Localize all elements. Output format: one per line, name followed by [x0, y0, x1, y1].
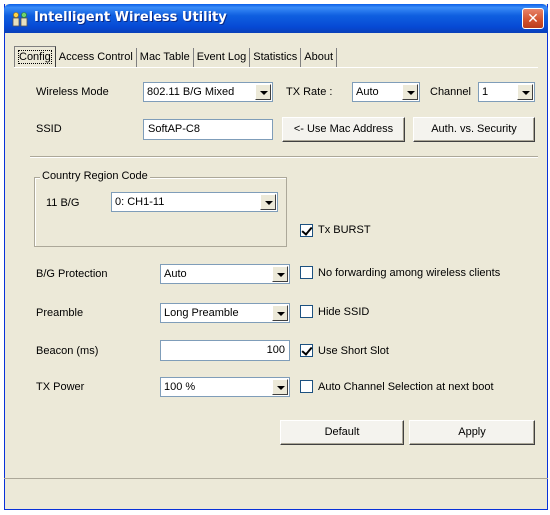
beacon-label: Beacon (ms): [36, 345, 99, 357]
chevron-down-icon[interactable]: [255, 84, 271, 100]
auto-channel-checkbox[interactable]: [300, 380, 313, 393]
chevron-down-icon[interactable]: [272, 266, 288, 282]
tab-event-log[interactable]: Event Log: [194, 48, 251, 68]
use-mac-address-button[interactable]: <- Use Mac Address: [282, 117, 405, 142]
wireless-mode-select[interactable]: 802.11 B/G Mixed: [143, 82, 273, 102]
wireless-mode-value: 802.11 B/G Mixed: [147, 86, 235, 98]
close-button[interactable]: ✕: [522, 8, 544, 29]
tx-power-label: TX Power: [36, 381, 85, 393]
tab-access-control[interactable]: Access Control: [56, 48, 137, 68]
chevron-down-icon[interactable]: [272, 379, 288, 395]
chevron-down-icon[interactable]: [272, 305, 288, 321]
tx-power-select[interactable]: 100 %: [160, 377, 290, 397]
ssid-label: SSID: [36, 123, 62, 135]
default-button[interactable]: Default: [280, 420, 404, 445]
ssid-input[interactable]: SoftAP-C8: [143, 119, 273, 140]
chevron-down-icon[interactable]: [517, 84, 533, 100]
apply-button[interactable]: Apply: [409, 420, 535, 445]
wireless-mode-label: Wireless Mode: [36, 86, 109, 98]
window-title: Intelligent Wireless Utility: [34, 10, 227, 25]
tab-config[interactable]: Config: [14, 46, 56, 68]
title-bar[interactable]: Intelligent Wireless Utility ✕: [4, 4, 548, 33]
tx-burst-checkbox[interactable]: [300, 224, 313, 237]
beacon-input[interactable]: 100: [160, 340, 290, 361]
preamble-label: Preamble: [36, 307, 84, 319]
country-region-select[interactable]: 0: CH1-11: [111, 192, 278, 212]
tx-rate-select[interactable]: Auto: [352, 82, 420, 102]
tab-about[interactable]: About: [301, 48, 338, 68]
tx-rate-label: TX Rate :: [286, 86, 333, 98]
preamble-value: Long Preamble: [164, 307, 239, 319]
separator: [30, 156, 538, 158]
tab-mac-table[interactable]: Mac Table: [137, 48, 194, 68]
tx-burst-label: Tx BURST: [318, 224, 371, 236]
tab-strip: Config Access Control Mac Table Event Lo…: [14, 46, 338, 68]
country-region-value: 0: CH1-11: [115, 196, 165, 208]
chevron-down-icon[interactable]: [260, 194, 276, 210]
no-forwarding-label: No forwarding among wireless clients: [318, 267, 501, 279]
no-forwarding-checkbox[interactable]: [300, 266, 313, 279]
bg-protection-select[interactable]: Auto: [160, 264, 290, 284]
country-region-title: Country Region Code: [40, 170, 150, 182]
hide-ssid-checkbox[interactable]: [300, 305, 313, 318]
chevron-down-icon[interactable]: [402, 84, 418, 100]
bg-protection-label: B/G Protection: [36, 268, 108, 280]
bg-protection-value: Auto: [164, 268, 187, 280]
use-short-slot-label: Use Short Slot: [318, 345, 389, 357]
wireless-app-icon: [12, 12, 28, 27]
use-short-slot-checkbox[interactable]: [300, 344, 313, 357]
tab-config-label: Config: [18, 50, 52, 64]
auto-channel-label: Auto Channel Selection at next boot: [318, 381, 494, 393]
auth-security-button[interactable]: Auth. vs. Security: [413, 117, 535, 142]
country-region-group: [34, 177, 287, 247]
channel-label: Channel: [430, 86, 471, 98]
tab-statistics[interactable]: Statistics: [250, 48, 302, 68]
preamble-select[interactable]: Long Preamble: [160, 303, 290, 323]
channel-select[interactable]: 1: [478, 82, 535, 102]
status-bar: [4, 478, 548, 510]
tx-rate-value: Auto: [356, 86, 379, 98]
tx-power-value: 100 %: [164, 381, 196, 393]
country-band-label: 11 B/G: [46, 197, 80, 209]
channel-value: 1: [482, 86, 489, 98]
hide-ssid-label: Hide SSID: [318, 306, 370, 318]
